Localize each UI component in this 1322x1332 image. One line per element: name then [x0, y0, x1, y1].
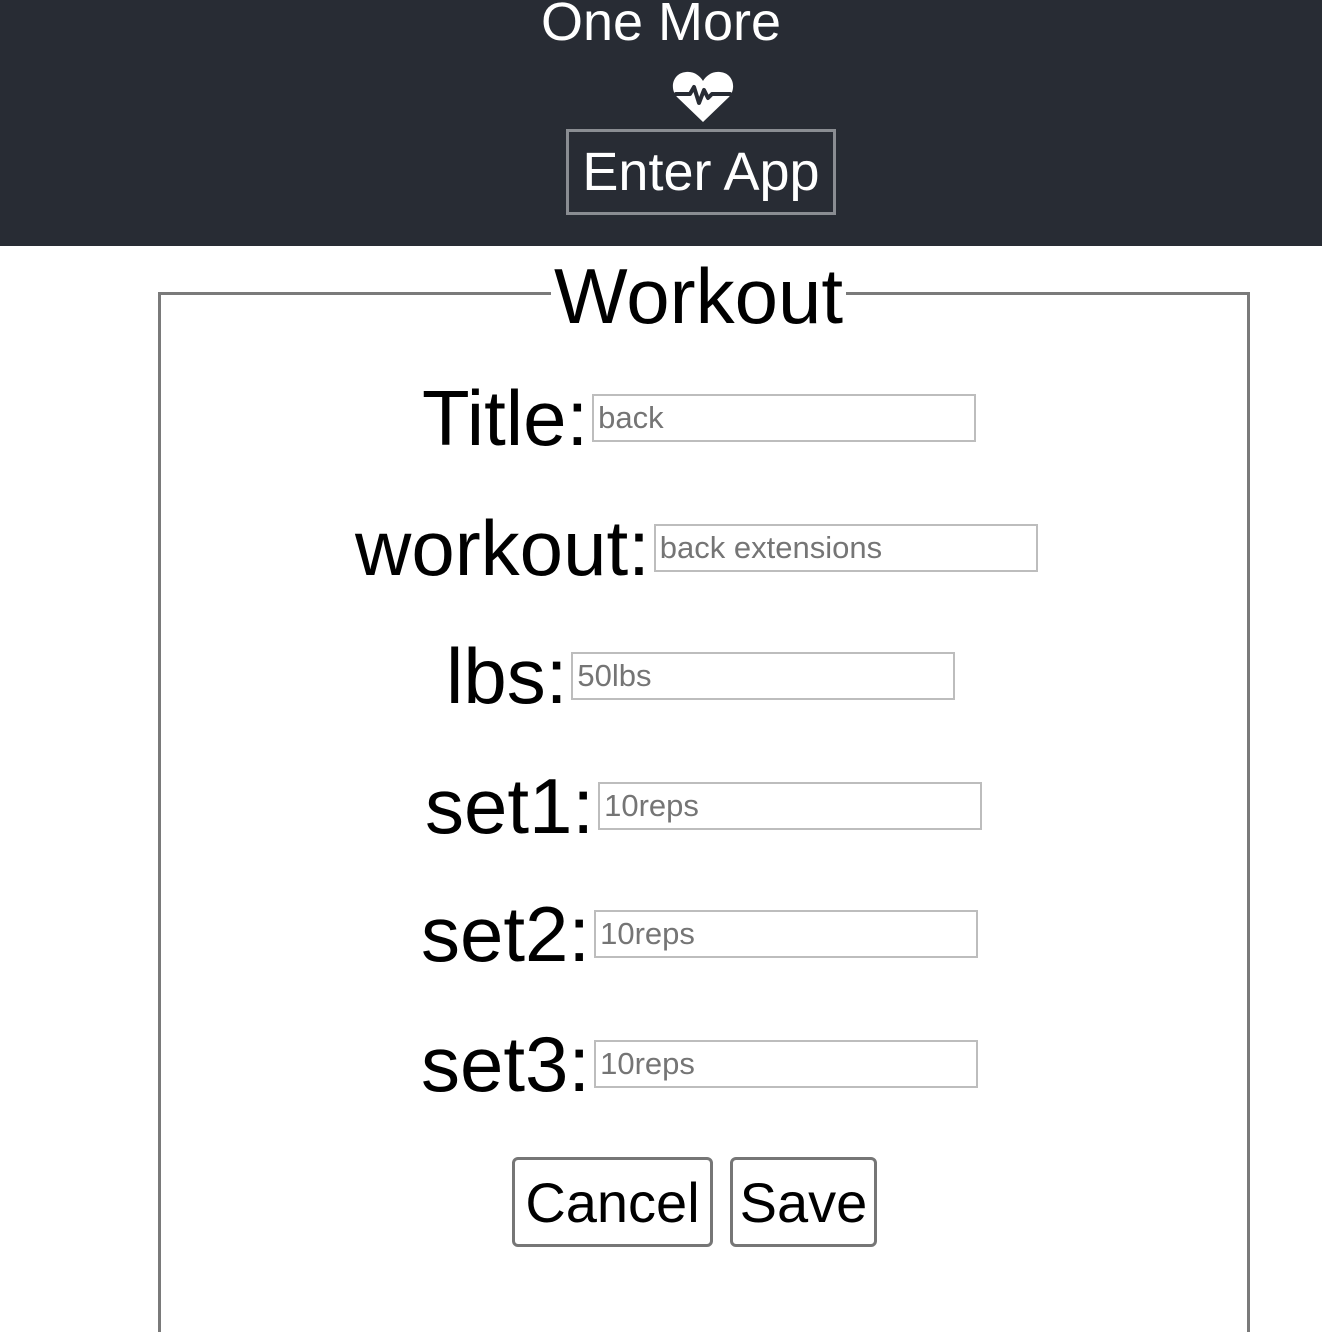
title-input[interactable] — [592, 394, 977, 442]
heartbeat-icon — [672, 71, 734, 122]
app-title: One More — [540, 0, 782, 52]
lbs-input[interactable] — [571, 652, 956, 700]
app-header: One More Enter App — [0, 0, 1322, 246]
enter-app-button[interactable]: Enter App — [566, 129, 836, 215]
set1-label: set1: — [425, 762, 595, 850]
workout-input[interactable] — [653, 524, 1038, 572]
set3-label: set3: — [421, 1020, 591, 1108]
workout-label: workout: — [355, 504, 650, 592]
cancel-button[interactable]: Cancel — [512, 1157, 713, 1247]
save-button[interactable]: Save — [730, 1157, 877, 1247]
set3-input[interactable] — [594, 1040, 979, 1088]
set1-input[interactable] — [598, 782, 983, 830]
lbs-label: lbs: — [446, 632, 568, 720]
set2-row: set2: — [421, 890, 979, 978]
workout-row: workout: — [355, 508, 1038, 588]
title-row: Title: — [422, 374, 977, 462]
title-label: Title: — [422, 374, 589, 462]
set3-row: set3: — [421, 1020, 979, 1108]
lbs-row: lbs: — [446, 632, 956, 720]
set2-input[interactable] — [594, 910, 979, 958]
set2-label: set2: — [421, 890, 591, 978]
form-legend: Workout — [551, 256, 846, 336]
set1-row: set1: — [425, 762, 983, 850]
